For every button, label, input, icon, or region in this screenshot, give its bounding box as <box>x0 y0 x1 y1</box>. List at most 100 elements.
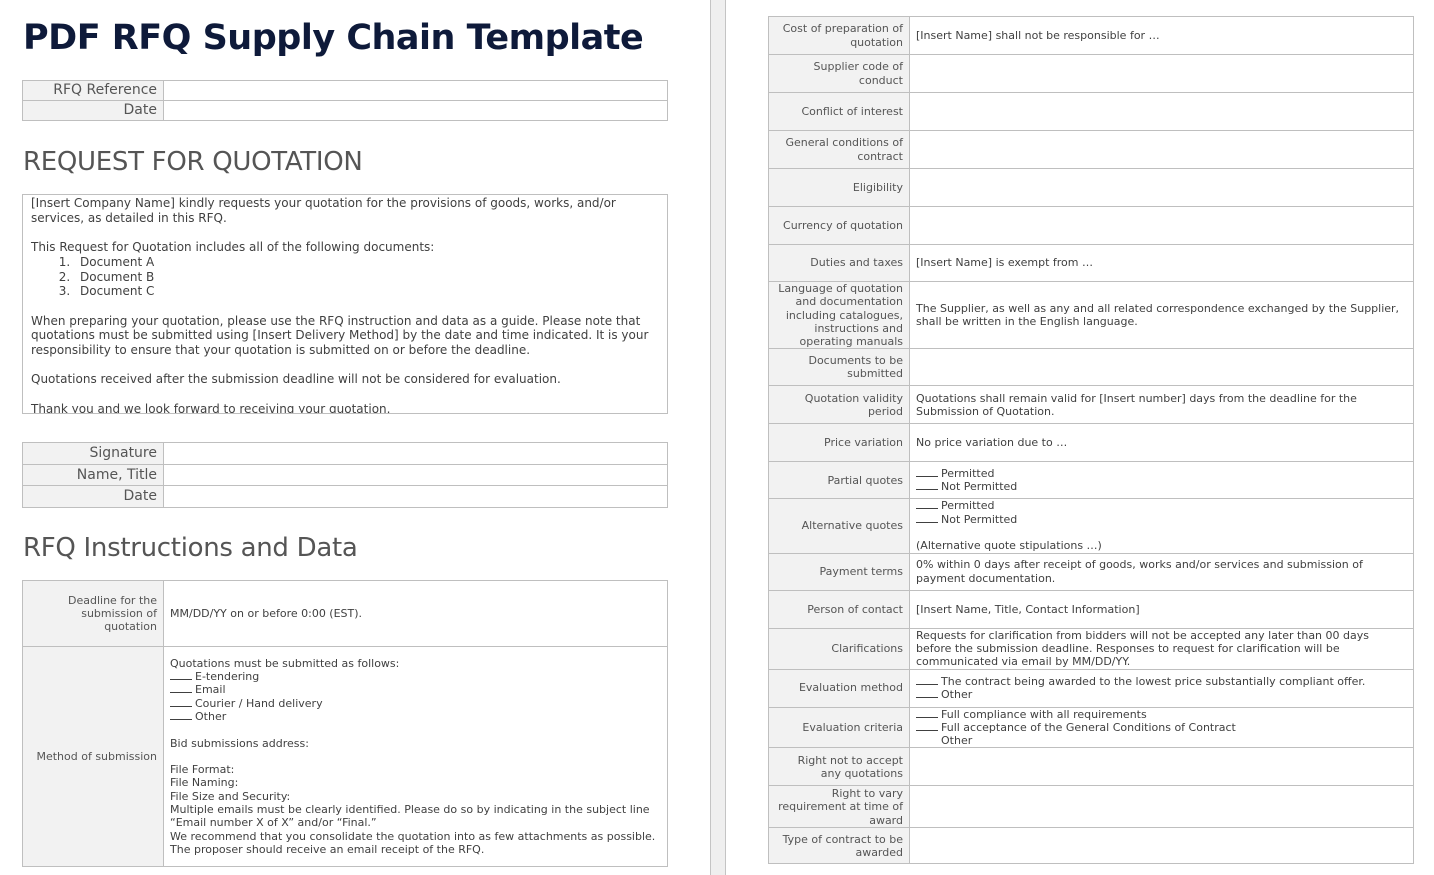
blank-checkbox[interactable] <box>170 710 192 720</box>
blank-checkbox[interactable] <box>170 683 192 694</box>
consolidate-note: We recommend that you consolidate the qu… <box>170 829 656 843</box>
eval-criteria-option-other[interactable]: Other <box>916 734 1407 747</box>
right-vary-field[interactable] <box>909 785 1414 829</box>
signature-date-field[interactable] <box>163 485 668 508</box>
right-not-accept-field[interactable] <box>909 747 1414 787</box>
language-field[interactable]: The Supplier, as well as any and all rel… <box>909 280 1414 350</box>
table-row: Date <box>22 485 668 508</box>
table-row: Currency of quotation <box>768 206 1414 245</box>
option-label: Not Permitted <box>941 480 1018 494</box>
eval-criteria-option-compliance[interactable]: Full compliance with all requirements <box>916 708 1407 721</box>
documents-list: Document A Document B Document C <box>74 255 659 299</box>
partial-option-not-permitted[interactable]: Not Permitted <box>916 480 1407 493</box>
clarifications-field[interactable]: Requests for clarification from bidders … <box>909 627 1414 670</box>
method-intro: Quotations must be submitted as follows: <box>170 656 400 670</box>
evaluation-method-field[interactable]: The contract being awarded to the lowest… <box>909 668 1414 708</box>
table-row: Price variation No price variation due t… <box>768 423 1414 463</box>
blank-checkbox[interactable] <box>916 513 938 523</box>
signature-table: Signature Name, Title Date <box>22 442 668 508</box>
right-not-accept-label: Right not to accept any quotations <box>768 747 910 787</box>
name-title-field[interactable] <box>163 463 668 486</box>
table-row: Type of contract to be awarded <box>768 827 1414 865</box>
method-option-other[interactable]: Other <box>170 710 661 723</box>
multiple-emails-note: Multiple emails must be clearly identifi… <box>170 803 650 830</box>
contract-type-label: Type of contract to be awarded <box>768 827 910 865</box>
bid-address: Bid submissions address: <box>170 736 309 750</box>
signature-field[interactable] <box>163 442 668 465</box>
cost-prep-field[interactable]: [Insert Name] shall not be responsible f… <box>909 16 1414 55</box>
file-naming: File Naming: <box>170 776 239 790</box>
table-row: Date <box>22 100 668 121</box>
general-conditions-field[interactable] <box>909 130 1414 169</box>
table-row: Method of submission Quotations must be … <box>22 646 668 867</box>
deadline-field[interactable]: MM/DD/YY on or before 0:00 (EST). <box>163 580 668 647</box>
method-option-etendering[interactable]: E-tendering <box>170 670 661 683</box>
blank-checkbox[interactable] <box>916 708 938 718</box>
alternative-option-not-permitted[interactable]: Not Permitted <box>916 513 1407 526</box>
table-row: Signature <box>22 442 668 465</box>
list-item: Document B <box>74 270 659 285</box>
table-row: Evaluation criteria Full compliance with… <box>768 706 1414 749</box>
method-option-courier[interactable]: Courier / Hand delivery <box>170 697 661 710</box>
option-label: Full compliance with all requirements <box>941 707 1147 721</box>
evaluation-criteria-field[interactable]: Full compliance with all requirements Fu… <box>909 706 1414 749</box>
name-title-label: Name, Title <box>22 463 164 486</box>
cost-prep-label: Cost of preparation of quotation <box>768 16 910 55</box>
blank-checkbox[interactable] <box>916 480 938 491</box>
file-format: File Format: <box>170 763 235 777</box>
documents-label: Documents to be submitted <box>768 348 910 387</box>
table-row: Duties and taxes [Insert Name] is exempt… <box>768 244 1414 282</box>
option-label: Not Permitted <box>941 512 1018 526</box>
date-field[interactable] <box>163 100 668 121</box>
table-row: Supplier code of conduct <box>768 54 1414 93</box>
currency-field[interactable] <box>909 206 1414 245</box>
eligibility-field[interactable] <box>909 168 1414 207</box>
contract-type-field[interactable] <box>909 827 1414 865</box>
blank-checkbox[interactable] <box>916 688 938 699</box>
duties-field[interactable]: [Insert Name] is exempt from … <box>909 244 1414 282</box>
list-item: Document C <box>74 284 659 299</box>
file-size-security: File Size and Security: <box>170 789 291 803</box>
request-letter-box[interactable]: [Insert Company Name] kindly requests yo… <box>22 194 668 414</box>
table-row: Cost of preparation of quotation [Insert… <box>768 16 1414 55</box>
blank-checkbox[interactable] <box>916 467 938 478</box>
validity-field[interactable]: Quotations shall remain valid for [Inser… <box>909 385 1414 425</box>
eval-criteria-option-acceptance[interactable]: Full acceptance of the General Condition… <box>916 721 1407 734</box>
eval-method-option-other[interactable]: Other <box>916 688 1407 701</box>
option-label: Email <box>195 683 226 697</box>
supplier-code-field[interactable] <box>909 54 1414 93</box>
alternative-quotes-field[interactable]: Permitted Not Permitted (Alternative quo… <box>909 498 1414 554</box>
receipt-note: The proposer should receive an email rec… <box>170 842 485 856</box>
method-option-email[interactable]: Email <box>170 683 661 696</box>
table-row: General conditions of contract <box>768 130 1414 169</box>
method-field[interactable]: Quotations must be submitted as follows:… <box>163 646 668 867</box>
blank-checkbox[interactable] <box>916 499 938 510</box>
blank-checkbox[interactable] <box>916 721 938 731</box>
blank-checkbox[interactable] <box>170 670 192 681</box>
option-label: The contract being awarded to the lowest… <box>941 674 1366 688</box>
payment-terms-field[interactable]: 0% within 0 days after receipt of goods,… <box>909 552 1414 591</box>
instructions-heading: RFQ Instructions and Data <box>23 533 358 563</box>
eval-method-option-lowest[interactable]: The contract being awarded to the lowest… <box>916 675 1407 688</box>
page-divider <box>710 0 726 875</box>
documents-field[interactable] <box>909 348 1414 387</box>
alternative-quotes-label: Alternative quotes <box>768 498 910 554</box>
partial-option-permitted[interactable]: Permitted <box>916 467 1407 480</box>
instructions-table: Deadline for the submission of quotation… <box>22 580 668 867</box>
instructions-text: When preparing your quotation, please us… <box>31 313 649 357</box>
table-row: Language of quotation and documentation … <box>768 280 1414 350</box>
price-variation-field[interactable]: No price variation due to … <box>909 423 1414 463</box>
supplier-code-label: Supplier code of conduct <box>768 54 910 93</box>
table-row: Person of contact [Insert Name, Title, C… <box>768 589 1414 629</box>
price-variation-label: Price variation <box>768 423 910 463</box>
rfq-reference-label: RFQ Reference <box>22 80 164 101</box>
blank-checkbox[interactable] <box>916 675 938 685</box>
table-row: Payment terms 0% within 0 days after rec… <box>768 552 1414 591</box>
partial-quotes-field[interactable]: Permitted Not Permitted <box>909 461 1414 500</box>
rfq-reference-field[interactable] <box>163 80 668 101</box>
contact-field[interactable]: [Insert Name, Title, Contact Information… <box>909 589 1414 629</box>
blank-checkbox[interactable] <box>170 697 192 707</box>
alternative-option-permitted[interactable]: Permitted <box>916 499 1407 512</box>
page-left: PDF RFQ Supply Chain Template RFQ Refere… <box>0 0 710 875</box>
conflict-field[interactable] <box>909 92 1414 131</box>
